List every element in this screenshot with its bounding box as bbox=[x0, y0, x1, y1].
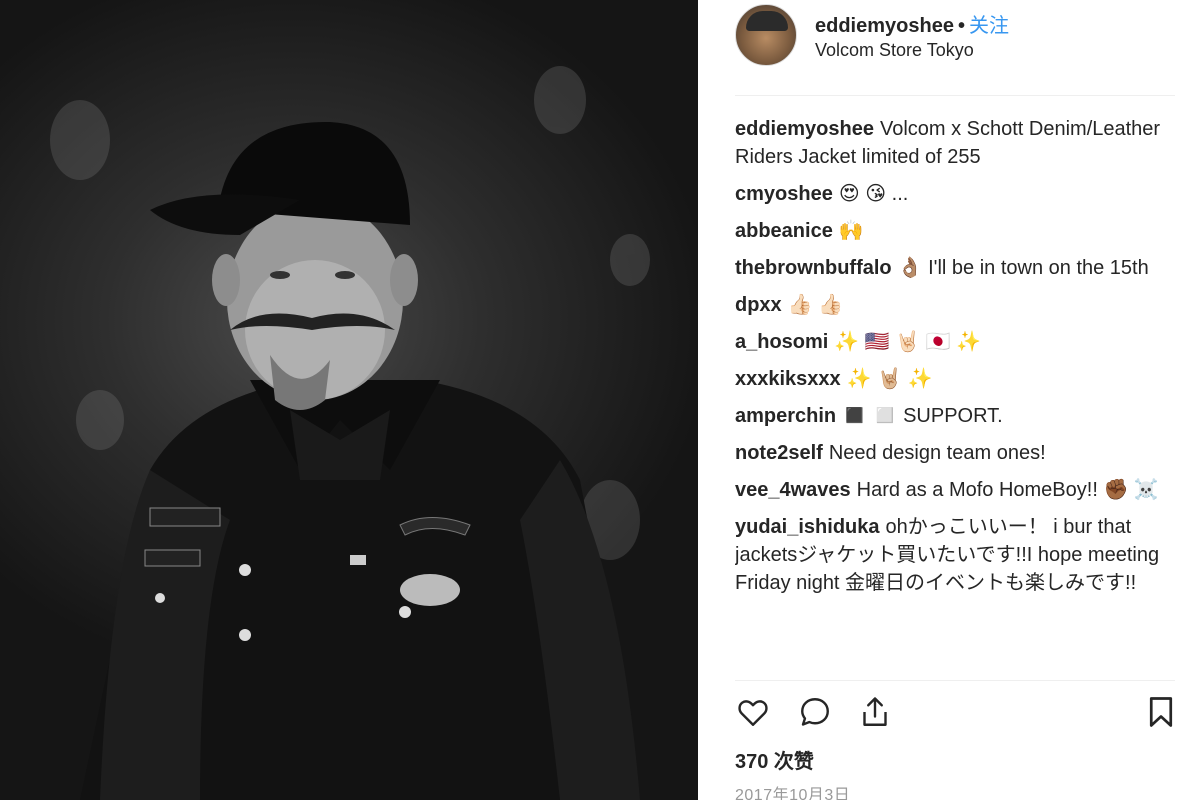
comment-button[interactable] bbox=[795, 692, 835, 732]
comment-username[interactable]: yudai_ishiduka bbox=[735, 516, 880, 538]
photo-illustration bbox=[50, 66, 650, 800]
bookmark-icon bbox=[1149, 697, 1173, 727]
comment-text: 🙌 bbox=[838, 220, 864, 242]
post-sidebar: eddiemyoshee • 关注 Volcom Store Tokyo eddie… bbox=[698, 0, 1200, 800]
post-photo[interactable] bbox=[0, 0, 698, 800]
separator-dot: • bbox=[957, 15, 965, 37]
list-item: cmyoshee 😍 😘 ... bbox=[735, 180, 1175, 208]
like-button[interactable] bbox=[733, 692, 773, 732]
list-item: amperchin ◼️ ◻️ SUPPORT. bbox=[735, 402, 1175, 430]
divider bbox=[735, 680, 1175, 681]
list-item: note2self Need design team ones! bbox=[735, 439, 1175, 467]
comment-username[interactable]: xxxkiksxxx bbox=[735, 368, 841, 390]
author-row: eddiemyoshee • 关注 bbox=[815, 9, 1009, 38]
comment-username[interactable]: amperchin bbox=[735, 405, 836, 427]
list-item: thebrownbuffalo 👌🏽 I'll be in town on the… bbox=[735, 254, 1175, 282]
list-item: abbeanice 🙌 bbox=[735, 217, 1175, 245]
list-item: vee_4waves Hard as a Mofo HomeBoy!! ✊🏾 ☠️ bbox=[735, 476, 1175, 504]
comment-text: Hard as a Mofo HomeBoy!! ✊🏾 ☠️ bbox=[856, 479, 1159, 501]
share-icon bbox=[863, 697, 887, 726]
comment-username[interactable]: a_hosomi bbox=[735, 331, 828, 353]
comment-text: ✨ 🇺🇸 🤘🏻 🇯🇵 ✨ bbox=[834, 331, 982, 353]
comments-list: eddiemyoshee Volcom x Schott Denim/Leathe… bbox=[735, 115, 1175, 680]
comment-text: Need design team ones! bbox=[828, 442, 1046, 464]
comment-icon bbox=[801, 698, 829, 726]
list-item: a_hosomi ✨ 🇺🇸 🤘🏻 🇯🇵 ✨ bbox=[735, 328, 1175, 356]
save-button[interactable] bbox=[1141, 692, 1181, 732]
comment-text: 😍 😘 ... bbox=[838, 183, 909, 205]
comment-text: ◼️ ◻️ SUPPORT. bbox=[842, 405, 1003, 427]
author-username[interactable]: eddiemyoshee bbox=[815, 15, 954, 37]
comment-username[interactable]: note2self bbox=[735, 442, 823, 464]
list-item: eddiemyoshee Volcom x Schott Denim/Leathe… bbox=[735, 115, 1175, 171]
follow-button[interactable]: 关注 bbox=[969, 15, 1009, 37]
comment-username[interactable]: thebrownbuffalo bbox=[735, 257, 892, 279]
comment-username[interactable]: vee_4waves bbox=[735, 479, 851, 501]
list-item: dpxx 👍🏻 👍🏻 bbox=[735, 291, 1175, 319]
comment-username[interactable]: cmyoshee bbox=[735, 183, 833, 205]
location-link[interactable]: Volcom Store Tokyo bbox=[815, 40, 974, 61]
list-item: xxxkiksxxx ✨ 🤘🏼 ✨ bbox=[735, 365, 1175, 393]
comment-username[interactable]: abbeanice bbox=[735, 220, 833, 242]
action-bar bbox=[735, 692, 1175, 736]
share-button[interactable] bbox=[855, 692, 895, 732]
comment-text: ✨ 🤘🏼 ✨ bbox=[846, 368, 933, 390]
comment-username[interactable]: eddiemyoshee bbox=[735, 118, 874, 140]
heart-icon bbox=[738, 700, 768, 726]
likes-count[interactable]: 370 次赞 bbox=[735, 745, 814, 774]
list-item: yudai_ishiduka ohかっこいいー！ i bur that jacke… bbox=[735, 513, 1175, 597]
avatar[interactable] bbox=[735, 4, 797, 66]
post-header: eddiemyoshee • 关注 Volcom Store Tokyo bbox=[735, 0, 1175, 96]
comment-username[interactable]: dpxx bbox=[735, 294, 782, 316]
post-date: 2017年10月3日 bbox=[735, 787, 851, 800]
comment-text: 👍🏻 👍🏻 bbox=[787, 294, 844, 316]
comment-text: 👌🏽 I'll be in town on the 15th bbox=[897, 257, 1149, 279]
